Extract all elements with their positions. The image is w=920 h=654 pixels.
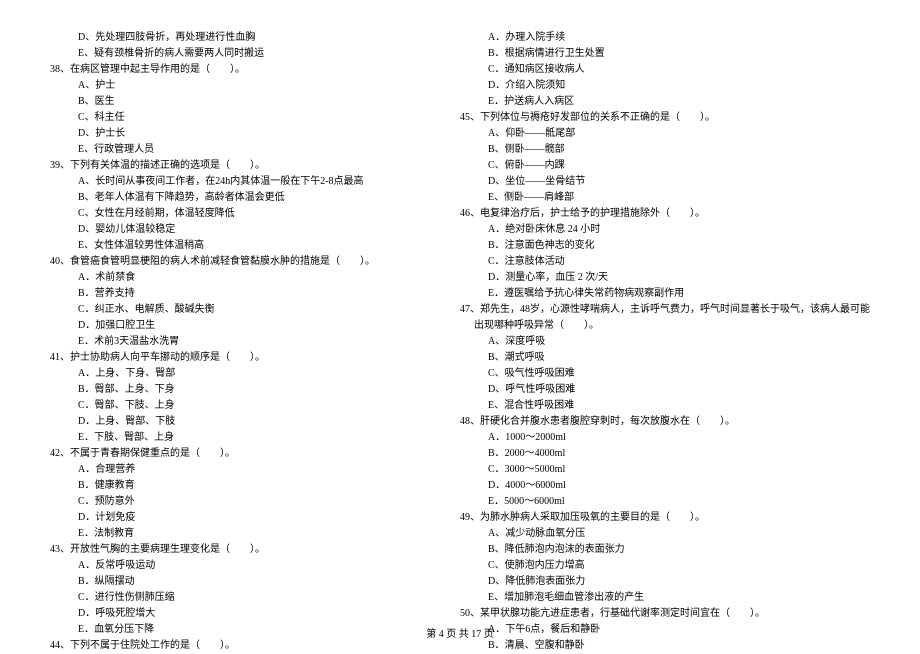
option-line: B、降低肺泡内泡沫的表面张力 (460, 542, 870, 558)
right-column: A．办理入院手续B．根据病情进行卫生处置C．通知病区接收病人D．介绍入院须知E．… (460, 30, 870, 654)
option-line: C、女性在月经前期，体温轻度降低 (50, 206, 420, 222)
question-line: 46、电复律治疗后，护士给予的护理措施除外（ ）。 (460, 206, 870, 222)
option-line: A．1000～2000ml (460, 430, 870, 446)
question-line: 40、食管癌食管明显梗阻的病人术前减轻食管黏膜水肿的措施是（ ）。 (50, 254, 420, 270)
option-line: B、侧卧——髋部 (460, 142, 870, 158)
option-line: B、老年人体温有下降趋势，高龄者体温会更低 (50, 190, 420, 206)
option-line: B．纵隔摆动 (50, 574, 420, 590)
option-line: E、行政管理人员 (50, 142, 420, 158)
option-line: E、混合性呼吸困难 (460, 398, 870, 414)
option-line: E．法制教育 (50, 526, 420, 542)
option-line: 出现哪种呼吸异常（ ）。 (460, 318, 870, 334)
option-line: D、呼气性呼吸困难 (460, 382, 870, 398)
option-line: B．臀部、上身、下身 (50, 382, 420, 398)
option-line: C、科主任 (50, 110, 420, 126)
question-line: 42、不属于青春期保健重点的是（ ）。 (50, 446, 420, 462)
question-line: 41、护士协助病人向平车挪动的顺序是（ ）。 (50, 350, 420, 366)
option-line: C．通知病区接收病人 (460, 62, 870, 78)
option-line: B．2000～4000ml (460, 446, 870, 462)
option-line: B、潮式呼吸 (460, 350, 870, 366)
option-line: A．反常呼吸运动 (50, 558, 420, 574)
option-line: C、吸气性呼吸困难 (460, 366, 870, 382)
option-line: A．术前禁食 (50, 270, 420, 286)
option-line: D、护士长 (50, 126, 420, 142)
option-line: D、降低肺泡表面张力 (460, 574, 870, 590)
page-footer: 第 4 页 共 17 页 (0, 625, 920, 640)
option-line: B．根据病情进行卫生处置 (460, 46, 870, 62)
option-line: A、深度呼吸 (460, 334, 870, 350)
option-line: E．术前3天温盐水洗胃 (50, 334, 420, 350)
option-line: D、婴幼儿体温较稳定 (50, 222, 420, 238)
option-line: D．测量心率，血压 2 次/天 (460, 270, 870, 286)
option-line: D、坐位——坐骨结节 (460, 174, 870, 190)
question-line: 43、开放性气胸的主要病理生理变化是（ ）。 (50, 542, 420, 558)
option-line: C．进行性伤侧肺压缩 (50, 590, 420, 606)
option-line: D．呼吸死腔增大 (50, 606, 420, 622)
question-line: 50、某甲状腺功能亢进症患者，行基础代谢率测定时间宜在（ ）。 (460, 606, 870, 622)
option-line: B．注意面色神志的变化 (460, 238, 870, 254)
option-line: B、医生 (50, 94, 420, 110)
option-line: C、俯卧——内踝 (460, 158, 870, 174)
option-line: A．上身、下身、臀部 (50, 366, 420, 382)
option-line: E、疑有颈椎骨折的病人需要两人同时搬运 (50, 46, 420, 62)
option-line: A、仰卧——骶尾部 (460, 126, 870, 142)
option-line: D．上身、臀部、下肢 (50, 414, 420, 430)
question-line: 48、肝硬化合并腹水患者腹腔穿刺时，每次放腹水在（ ）。 (460, 414, 870, 430)
option-line: C．臀部、下肢、上身 (50, 398, 420, 414)
option-line: A．绝对卧床休息 24 小时 (460, 222, 870, 238)
option-line: E．遵医嘱给予抗心律失常药物病观察副作用 (460, 286, 870, 302)
option-line: B．健康教育 (50, 478, 420, 494)
option-line: A、减少动脉血氧分压 (460, 526, 870, 542)
option-line: D．计划免疫 (50, 510, 420, 526)
option-line: B．营养支持 (50, 286, 420, 302)
option-line: E、侧卧——肩峰部 (460, 190, 870, 206)
question-line: 39、下列有关体温的描述正确的选项是（ ）。 (50, 158, 420, 174)
option-line: E、增加肺泡毛细血管渗出液的产生 (460, 590, 870, 606)
question-line: 44、下列不属于住院处工作的是（ ）。 (50, 638, 420, 654)
option-line: C．3000～5000ml (460, 462, 870, 478)
option-line: D、先处理四肢骨折，再处理进行性血胸 (50, 30, 420, 46)
option-line: C．预防意外 (50, 494, 420, 510)
option-line: D．介绍入院须知 (460, 78, 870, 94)
option-line: A、长时间从事夜间工作者，在24h内其体温一般在下午2-8点最高 (50, 174, 420, 190)
option-line: D．加强口腔卫生 (50, 318, 420, 334)
option-line: C、使肺泡内压力增高 (460, 558, 870, 574)
option-line: C．注意肢体活动 (460, 254, 870, 270)
question-line: 38、在病区管理中起主导作用的是（ ）。 (50, 62, 420, 78)
option-line: E．5000～6000ml (460, 494, 870, 510)
option-line: B．清晨、空腹和静卧 (460, 638, 870, 654)
left-column: D、先处理四肢骨折，再处理进行性血胸E、疑有颈椎骨折的病人需要两人同时搬运38、… (50, 30, 420, 654)
question-line: 49、为肺水肿病人采取加压吸氧的主要目的是（ ）。 (460, 510, 870, 526)
option-line: A．合理营养 (50, 462, 420, 478)
option-line: E．下肢、臀部、上身 (50, 430, 420, 446)
option-line: E．护送病人入病区 (460, 94, 870, 110)
question-line: 47、郑先生，48岁，心源性哮喘病人，主诉呼气费力，呼气时间显著长于吸气，该病人… (460, 302, 870, 318)
option-line: A、护士 (50, 78, 420, 94)
option-line: D．4000～6000ml (460, 478, 870, 494)
question-line: 45、下列体位与褥疮好发部位的关系不正确的是（ ）。 (460, 110, 870, 126)
option-line: A．办理入院手续 (460, 30, 870, 46)
option-line: E、女性体温较男性体温稍高 (50, 238, 420, 254)
option-line: C．纠正水、电解质、酸碱失衡 (50, 302, 420, 318)
